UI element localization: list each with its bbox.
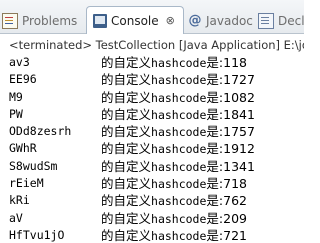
object-name: av3 [9,55,30,69]
message-value: 是:209 [206,210,247,226]
view-tab-bar: Problems Console ⊗ @ Javadoc Decla [0,0,304,34]
hashcode-message: 的自定义hashcode是:1841 [101,106,255,124]
object-name: EE96 [9,72,37,87]
message-keyword: hashcode [151,194,207,209]
message-keyword: hashcode [151,228,207,243]
hashcode-message: 的自定义hashcode是:118 [101,54,247,72]
problems-icon [2,13,18,29]
hashcode-message: 的自定义hashcode是:1082 [101,89,255,107]
hashcode-message: 的自定义hashcode是:1341 [101,158,255,176]
message-value: 是:1082 [206,89,255,105]
tab-problems-label: Problems [22,14,78,28]
object-name: rEieM [9,176,44,191]
tab-declaration-label: Decla [278,14,304,28]
tab-javadoc[interactable]: @ Javadoc [188,9,253,33]
hashcode-message: 的自定义hashcode是:762 [101,192,247,210]
message-keyword: hashcode [151,159,207,174]
declaration-icon [258,13,274,29]
message-value: 是:1757 [206,124,255,140]
message-prefix: 的自定义 [101,158,152,174]
message-value: 是:1727 [206,72,255,88]
message-value: 是:1841 [206,106,255,122]
object-name: S8wudSm [9,158,58,173]
message-prefix: 的自定义 [101,193,152,209]
hashcode-message: 的自定义hashcode是:1727 [101,71,255,89]
hashcode-message: 的自定义hashcode是:721 [101,227,247,243]
message-keyword: hashcode [151,73,207,88]
tab-console-label: Console [111,13,159,28]
message-prefix: 的自定义 [101,210,152,226]
tab-console[interactable]: Console ⊗ [86,6,184,34]
message-prefix: 的自定义 [101,72,152,88]
process-status: <terminated> TestCollection [Java Applic… [9,38,304,52]
message-keyword: hashcode [151,211,207,226]
message-prefix: 的自定义 [101,106,152,122]
message-prefix: 的自定义 [101,55,152,70]
object-name: ODd8zesrh [9,124,72,139]
object-name: GWhR [9,141,37,156]
console-icon [93,14,107,28]
message-prefix: 的自定义 [101,89,152,105]
message-keyword: hashcode [151,142,207,157]
message-prefix: 的自定义 [101,176,152,192]
message-keyword: hashcode [151,177,207,192]
hashcode-message: 的自定义hashcode是:1757 [101,123,255,141]
message-keyword: hashcode [151,125,207,140]
message-keyword: hashcode [151,107,207,122]
message-value: 是:762 [206,193,247,209]
object-name: HfTvu1jO [9,227,65,242]
message-value: 是:1912 [206,141,255,157]
tab-javadoc-label: Javadoc [206,14,253,28]
message-keyword: hashcode [151,90,207,105]
message-prefix: 的自定义 [101,227,152,243]
object-name: PW [9,106,23,121]
tab-problems[interactable]: Problems [2,9,77,33]
message-value: 是:118 [206,55,247,70]
tab-declaration[interactable]: Decla [258,9,304,33]
message-value: 是:1341 [206,158,255,174]
hashcode-message: 的自定义hashcode是:718 [101,175,247,193]
console-output[interactable]: <terminated> TestCollection [Java Applic… [0,34,304,243]
object-name: aV [9,210,23,225]
hashcode-message: 的自定义hashcode是:209 [101,210,247,228]
message-value: 是:718 [206,176,247,192]
message-prefix: 的自定义 [101,124,152,140]
console-view: Problems Console ⊗ @ Javadoc Decla <term… [0,0,304,243]
object-name: M9 [9,89,23,104]
message-keyword: hashcode [151,56,207,70]
object-name: kRi [9,193,30,208]
close-icon[interactable]: ⊗ [166,14,175,27]
hashcode-message: 的自定义hashcode是:1912 [101,140,255,158]
message-value: 是:721 [206,227,247,243]
at-icon: @ [188,13,202,28]
message-prefix: 的自定义 [101,141,152,157]
